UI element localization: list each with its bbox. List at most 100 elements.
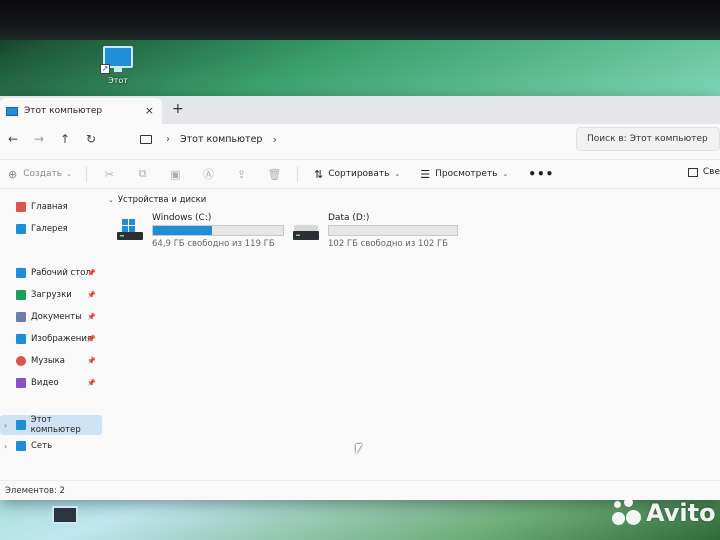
chevron-down-icon: ⌄ bbox=[108, 196, 114, 204]
sidebar-item-network[interactable]: › Сеть bbox=[0, 436, 98, 456]
tab-close-icon[interactable]: × bbox=[145, 104, 154, 117]
desktop-this-pc-shortcut[interactable]: ↗ Этот bbox=[96, 44, 140, 85]
cut-icon[interactable]: ✂ bbox=[93, 168, 126, 181]
sidebar-item-label: Документы bbox=[31, 312, 82, 322]
back-button[interactable]: ← bbox=[0, 132, 26, 146]
sidebar-item-label: Загрузки bbox=[31, 290, 72, 300]
share-icon[interactable]: ⇪ bbox=[225, 168, 258, 181]
drive-free-space: 64,9 ГБ свободно из 119 ГБ bbox=[152, 239, 275, 249]
breadcrumb-this-pc[interactable]: Этот компьютер bbox=[180, 134, 262, 145]
this-pc-icon bbox=[6, 106, 18, 116]
drive-d[interactable]: Data (D:) 102 ГБ свободно из 102 ГБ bbox=[292, 213, 462, 253]
drive-name: Data (D:) bbox=[328, 213, 370, 223]
command-bar: ⊕ Создать ⌄ ✂ ⧉ ▣ Ⓐ ⇪ 🗑 ⇅ Сортировать ⌄ … bbox=[0, 159, 720, 189]
sidebar-item-gallery[interactable]: Галерея bbox=[4, 219, 102, 239]
sidebar-item-label: Этот компьютер bbox=[30, 415, 81, 435]
downloads-icon bbox=[16, 290, 26, 300]
sidebar-item-videos[interactable]: Видео 📌 bbox=[4, 373, 102, 393]
address-field[interactable]: › Этот компьютер › bbox=[134, 127, 560, 151]
tab-this-pc[interactable]: Этот компьютер × bbox=[0, 98, 162, 124]
sidebar-item-label: Рабочий стол bbox=[31, 268, 91, 278]
details-pane-button[interactable]: Све bbox=[687, 167, 720, 177]
this-pc-icon bbox=[16, 420, 26, 430]
delete-icon[interactable]: 🗑 bbox=[258, 168, 291, 181]
toolbar-divider bbox=[86, 166, 87, 182]
sort-button[interactable]: ⇅ Сортировать ⌄ bbox=[304, 168, 410, 181]
pictures-icon bbox=[16, 334, 26, 344]
screen-bezel bbox=[0, 0, 720, 40]
refresh-button[interactable]: ↻ bbox=[78, 132, 104, 146]
view-label: Просмотреть bbox=[435, 169, 498, 179]
tab-bar: Этот компьютер × + bbox=[0, 96, 720, 124]
paste-icon[interactable]: ▣ bbox=[159, 168, 192, 181]
sidebar-item-music[interactable]: Музыка 📌 bbox=[4, 351, 102, 371]
sidebar-item-pictures[interactable]: Изображения 📌 bbox=[4, 329, 102, 349]
drive-c[interactable]: Windows (C:) 64,9 ГБ свободно из 119 ГБ bbox=[116, 213, 286, 253]
details-pane-icon bbox=[687, 167, 698, 177]
sidebar-item-this-pc[interactable]: › Этот компьютер bbox=[0, 415, 102, 435]
sidebar-item-label: Галерея bbox=[31, 224, 68, 234]
plus-icon: ⊕ bbox=[8, 167, 18, 181]
chevron-down-icon: ⌄ bbox=[66, 170, 72, 178]
new-tab-button[interactable]: + bbox=[172, 101, 184, 117]
music-icon bbox=[16, 356, 26, 366]
this-pc-icon bbox=[140, 134, 152, 144]
avito-logo-icon bbox=[612, 498, 642, 528]
breadcrumb-chevron-icon[interactable]: › bbox=[272, 133, 276, 146]
navigation-bar: ← → ↑ ↻ › Этот компьютер › Поиск в: Этот… bbox=[0, 124, 720, 154]
create-button[interactable]: ⊕ Создать ⌄ bbox=[0, 168, 80, 181]
chevron-down-icon: ⌄ bbox=[394, 170, 401, 178]
expand-chevron-icon[interactable]: › bbox=[4, 421, 7, 430]
main-content: ⌄ Устройства и диски Windows (C:) 64,9 Г… bbox=[106, 191, 720, 481]
sidebar-item-label: Музыка bbox=[31, 356, 65, 366]
pin-icon: 📌 bbox=[87, 269, 96, 277]
mouse-cursor-icon bbox=[356, 444, 362, 454]
pin-icon: 📌 bbox=[87, 313, 96, 321]
up-button[interactable]: ↑ bbox=[52, 132, 78, 146]
tab-label: Этот компьютер bbox=[24, 106, 103, 116]
more-options-button[interactable]: ••• bbox=[518, 167, 564, 181]
drive-usage-bar bbox=[328, 225, 458, 236]
videos-icon bbox=[16, 378, 26, 388]
forward-button[interactable]: → bbox=[26, 132, 52, 146]
search-input[interactable]: Поиск в: Этот компьютер bbox=[576, 127, 720, 151]
sidebar-item-documents[interactable]: Документы 📌 bbox=[4, 307, 102, 327]
sidebar-item-downloads[interactable]: Загрузки 📌 bbox=[4, 285, 102, 305]
breadcrumb-chevron-icon[interactable]: › bbox=[166, 134, 170, 145]
pin-icon: 📌 bbox=[87, 291, 96, 299]
watermark-text: Avito bbox=[646, 499, 716, 527]
desktop-icon bbox=[16, 268, 26, 278]
sidebar-item-home[interactable]: Главная bbox=[4, 197, 102, 217]
sort-label: Сортировать bbox=[328, 169, 390, 179]
sort-icon: ⇅ bbox=[314, 167, 324, 181]
avito-watermark: Avito bbox=[612, 498, 716, 528]
shortcut-arrow-icon: ↗ bbox=[100, 64, 110, 74]
taskbar-pc-icon bbox=[52, 506, 78, 524]
details-label: Све bbox=[702, 167, 720, 177]
drive-usage-fill bbox=[153, 226, 212, 235]
sidebar-item-label: Изображения bbox=[31, 334, 93, 344]
file-explorer-window: Этот компьютер × + ← → ↑ ↻ › Этот компью… bbox=[0, 96, 720, 500]
sidebar-item-label: Главная bbox=[31, 202, 68, 212]
group-header-devices[interactable]: ⌄ Устройства и диски bbox=[108, 195, 206, 205]
desktop-icon-label: Этот bbox=[108, 76, 128, 85]
copy-icon[interactable]: ⧉ bbox=[126, 167, 159, 181]
expand-chevron-icon[interactable]: › bbox=[4, 442, 7, 451]
network-icon bbox=[16, 441, 26, 451]
sidebar-item-label: Видео bbox=[31, 378, 59, 388]
status-bar: Элементов: 2 bbox=[0, 480, 720, 500]
drive-free-space: 102 ГБ свободно из 102 ГБ bbox=[328, 239, 448, 249]
toolbar-divider bbox=[297, 166, 298, 182]
pin-icon: 📌 bbox=[87, 335, 96, 343]
navigation-pane: Главная Галерея Рабочий стол 📌 Загрузки … bbox=[0, 191, 104, 481]
create-label: Создать bbox=[23, 169, 63, 179]
windows-drive-icon bbox=[117, 219, 143, 240]
rename-icon[interactable]: Ⓐ bbox=[192, 166, 225, 182]
drive-usage-bar bbox=[152, 225, 284, 236]
chevron-down-icon: ⌄ bbox=[502, 170, 509, 178]
pin-icon: 📌 bbox=[87, 379, 96, 387]
view-button[interactable]: ☰ Просмотреть ⌄ bbox=[410, 168, 518, 181]
home-icon bbox=[16, 202, 26, 212]
sidebar-item-desktop[interactable]: Рабочий стол 📌 bbox=[4, 263, 102, 283]
drive-name: Windows (C:) bbox=[152, 213, 212, 223]
